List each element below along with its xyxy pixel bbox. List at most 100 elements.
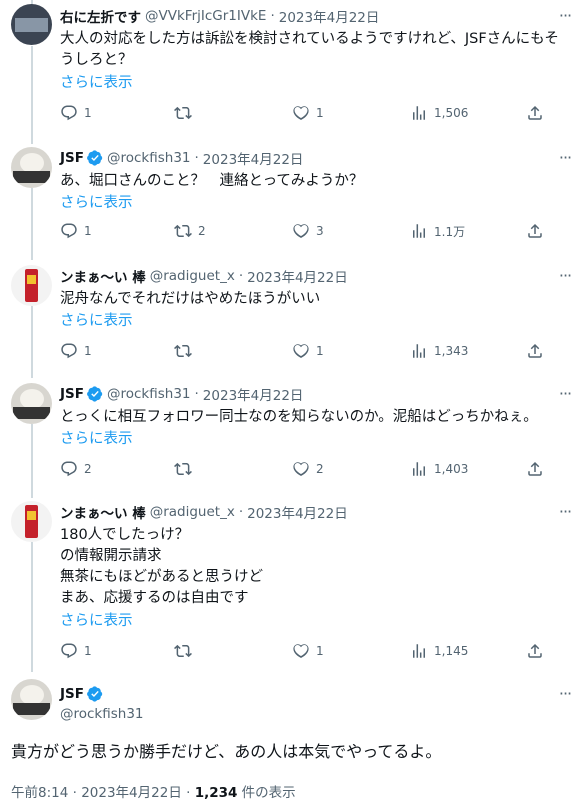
separator: · xyxy=(194,386,199,402)
tweet-date[interactable]: 2023年4月22日 xyxy=(247,266,348,286)
like-button[interactable]: 1 xyxy=(292,103,324,123)
verified-icon xyxy=(87,686,103,702)
more-icon[interactable]: ··· xyxy=(555,6,575,26)
tweet[interactable]: JSF @rockfish31 · 2023年4月22日 ··· とっくに相互フ… xyxy=(0,376,587,496)
author-name[interactable]: ンまぁ〜い 棒 xyxy=(60,502,146,522)
reply-button[interactable]: 1 xyxy=(60,641,92,661)
show-more-link[interactable]: さらに表示 xyxy=(60,191,133,212)
views-label: 件の表示 xyxy=(237,785,296,801)
reply-button[interactable]: 2 xyxy=(60,459,92,479)
more-icon[interactable]: ··· xyxy=(555,148,575,168)
reply-button[interactable]: 1 xyxy=(60,221,92,241)
reply-count: 1 xyxy=(84,106,92,120)
author-name[interactable]: JSF xyxy=(60,386,84,402)
author-name[interactable]: JSF xyxy=(60,686,84,702)
retweet-icon xyxy=(174,224,192,238)
tweet[interactable]: ンまぁ〜い 棒 @radiguet_x · 2023年4月22日 ··· 泥舟な… xyxy=(0,258,587,376)
tweet-actions: 1 1 1,506 xyxy=(60,103,575,123)
views-count: 1.1万 xyxy=(434,224,466,239)
views-icon xyxy=(413,224,425,238)
share-button[interactable] xyxy=(526,103,544,123)
share-button[interactable] xyxy=(526,641,544,661)
share-icon xyxy=(528,461,542,476)
retweet-icon xyxy=(174,644,192,658)
retweet-button[interactable]: 2 xyxy=(174,221,206,241)
reply-button[interactable]: 1 xyxy=(60,341,92,361)
views-button[interactable]: 1.1万 xyxy=(410,221,465,241)
author-handle[interactable]: @radiguet_x xyxy=(150,504,235,520)
tweet[interactable]: ンまぁ〜い 棒 @radiguet_x · 2023年4月22日 ··· 180… xyxy=(0,496,587,674)
retweet-button[interactable] xyxy=(174,341,198,361)
more-icon[interactable]: ··· xyxy=(555,384,575,404)
reply-icon xyxy=(61,461,77,477)
like-icon xyxy=(293,462,309,476)
like-button[interactable]: 1 xyxy=(292,341,324,361)
tweet-date[interactable]: 2023年4月22日 xyxy=(203,148,304,168)
author-name[interactable]: JSF xyxy=(60,150,84,166)
author-name[interactable]: ンまぁ〜い 棒 xyxy=(60,266,146,286)
author-handle[interactable]: @VVkFrjIcGr1IVkE xyxy=(145,8,266,24)
views-button[interactable]: 1,403 xyxy=(410,459,468,479)
separator: · xyxy=(238,504,244,520)
author-handle[interactable]: @rockfish31 xyxy=(107,386,191,402)
like-count: 1 xyxy=(316,644,324,658)
avatar[interactable] xyxy=(11,679,52,720)
retweet-button[interactable] xyxy=(174,103,198,123)
more-icon[interactable]: ··· xyxy=(555,502,575,522)
share-icon xyxy=(528,223,542,238)
like-count: 3 xyxy=(316,224,324,238)
show-more-link[interactable]: さらに表示 xyxy=(60,71,133,92)
reply-count: 1 xyxy=(84,344,92,358)
reply-icon xyxy=(61,223,77,239)
author-handle[interactable]: @rockfish31 xyxy=(107,150,191,166)
share-icon xyxy=(528,105,542,120)
tweet[interactable]: JSF @rockfish31 · 2023年4月22日 ··· あ、堀口さんの… xyxy=(0,140,587,258)
like-count: 1 xyxy=(316,106,324,120)
tweet-timestamp[interactable]: 午前8:14 · 2023年4月22日 · xyxy=(11,785,195,801)
share-button[interactable] xyxy=(526,459,544,479)
tweet-date[interactable]: 2023年4月22日 xyxy=(247,502,348,522)
more-icon[interactable]: ··· xyxy=(555,684,575,704)
retweet-button[interactable] xyxy=(174,641,198,661)
like-icon xyxy=(293,106,309,120)
reply-count: 1 xyxy=(84,224,92,238)
tweet-text: 大人の対応をした方は訴訟を検討されているようですけれど、JSFさんにもそ うしろ… xyxy=(60,31,559,68)
main-tweet: JSF @rockfish31 ··· 貴方がどう思うか勝手だけど、あの人は本気… xyxy=(0,674,587,807)
tweet-date[interactable]: 2023年4月22日 xyxy=(279,6,380,26)
tweet-text: 貴方がどう思うか勝手だけど、あの人は本気でやってるよ。 xyxy=(11,742,442,761)
avatar[interactable] xyxy=(11,265,52,306)
like-icon xyxy=(293,344,309,358)
show-more-link[interactable]: さらに表示 xyxy=(60,309,133,330)
retweet-button[interactable] xyxy=(174,459,198,479)
views-button[interactable]: 1,506 xyxy=(410,103,468,123)
show-more-link[interactable]: さらに表示 xyxy=(60,609,133,630)
like-button[interactable]: 2 xyxy=(292,459,324,479)
like-button[interactable]: 1 xyxy=(292,641,324,661)
author-handle[interactable]: @rockfish31 xyxy=(60,704,144,724)
avatar[interactable] xyxy=(11,383,52,424)
author-name[interactable]: 右に左折です xyxy=(60,6,141,26)
avatar[interactable] xyxy=(11,501,52,542)
reply-icon xyxy=(61,643,77,659)
tweet-actions: 2 2 1,403 xyxy=(60,459,575,479)
avatar[interactable] xyxy=(11,147,52,188)
avatar[interactable] xyxy=(11,4,52,45)
retweet-icon xyxy=(174,462,192,476)
tweet-text: とっくに相互フォロワー同士なのを知らないのか。泥船はどっちかねぇ。 xyxy=(60,409,538,425)
views-button[interactable]: 1,343 xyxy=(410,341,468,361)
more-icon[interactable]: ··· xyxy=(555,266,575,286)
share-icon xyxy=(528,643,542,658)
share-button[interactable] xyxy=(526,221,544,241)
share-button[interactable] xyxy=(526,341,544,361)
reply-button[interactable]: 1 xyxy=(60,103,92,123)
like-count: 2 xyxy=(316,462,324,476)
views-count: 1,145 xyxy=(434,644,469,658)
tweet-date[interactable]: 2023年4月22日 xyxy=(203,384,304,404)
author-handle[interactable]: @radiguet_x xyxy=(150,268,235,284)
like-button[interactable]: 3 xyxy=(292,221,324,241)
tweet[interactable]: 右に左折です @VVkFrjIcGr1IVkE · 2023年4月22日 ···… xyxy=(0,0,587,140)
verified-icon xyxy=(87,386,103,402)
retweet-icon xyxy=(174,344,192,358)
show-more-link[interactable]: さらに表示 xyxy=(60,427,133,448)
views-button[interactable]: 1,145 xyxy=(410,641,468,661)
